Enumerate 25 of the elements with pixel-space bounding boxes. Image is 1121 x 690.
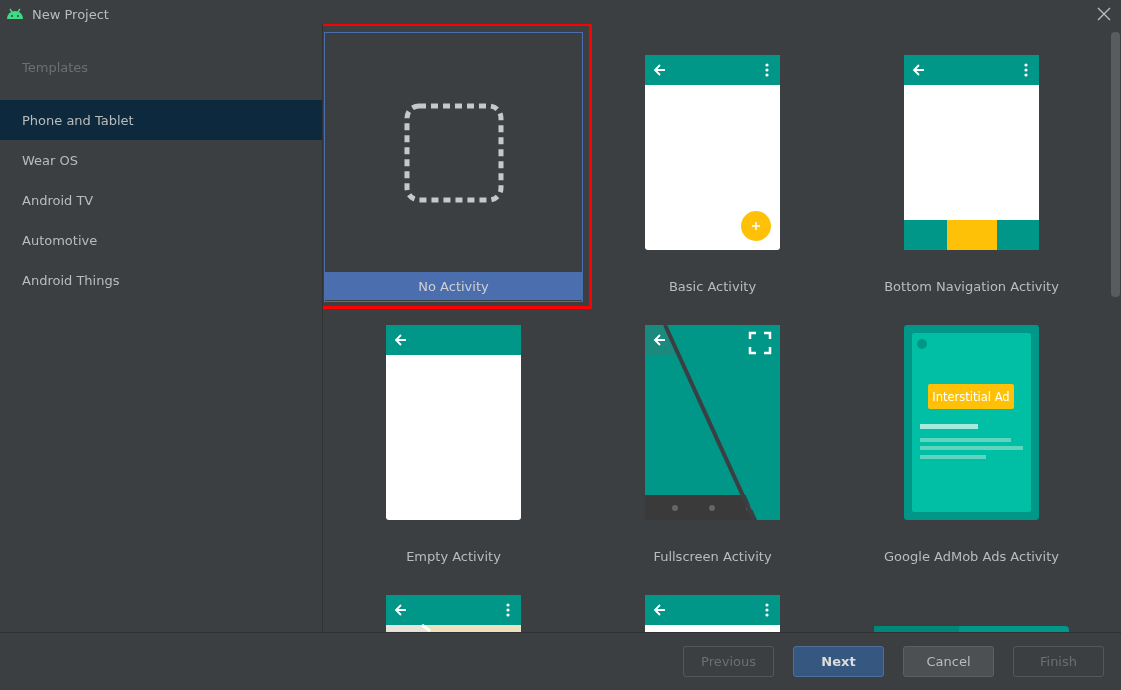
sidebar-item[interactable]: Android Things xyxy=(0,260,322,300)
ad-label: Interstitial Ad xyxy=(932,390,1010,404)
sidebar-item[interactable]: Phone and Tablet xyxy=(0,100,322,140)
template-label: Basic Activity xyxy=(667,277,758,296)
template-tile[interactable]: Fullscreen Activity xyxy=(583,302,842,572)
template-label: Empty Activity xyxy=(405,547,502,566)
scrollbar-thumb[interactable] xyxy=(1111,32,1120,297)
template-tile[interactable]: Empty Activity xyxy=(324,302,583,572)
template-label: No Activity xyxy=(325,272,582,300)
dialog-button[interactable]: Next xyxy=(793,646,884,677)
template-tile[interactable]: No Activity xyxy=(324,32,583,302)
template-tile[interactable]: Bottom Navigation Activity xyxy=(842,32,1101,302)
android-logo-icon xyxy=(6,8,24,20)
sidebar-item[interactable]: Wear OS xyxy=(0,140,322,180)
sidebar-item[interactable]: Android TV xyxy=(0,180,322,220)
template-label: Fullscreen Activity xyxy=(652,547,773,566)
window-title: New Project xyxy=(32,6,109,22)
dialog-button[interactable]: Cancel xyxy=(903,646,994,677)
empty-screen-icon xyxy=(403,103,504,203)
template-label: Bottom Navigation Activity xyxy=(883,277,1060,296)
template-label: Google AdMob Ads Activity xyxy=(883,547,1060,566)
close-icon[interactable] xyxy=(1097,7,1111,21)
template-tile[interactable]: Interstitial Ad Google AdMob Ads Activity xyxy=(842,302,1101,572)
template-tile[interactable]: Basic Activity xyxy=(583,32,842,302)
sidebar-item[interactable]: Automotive xyxy=(0,220,322,260)
